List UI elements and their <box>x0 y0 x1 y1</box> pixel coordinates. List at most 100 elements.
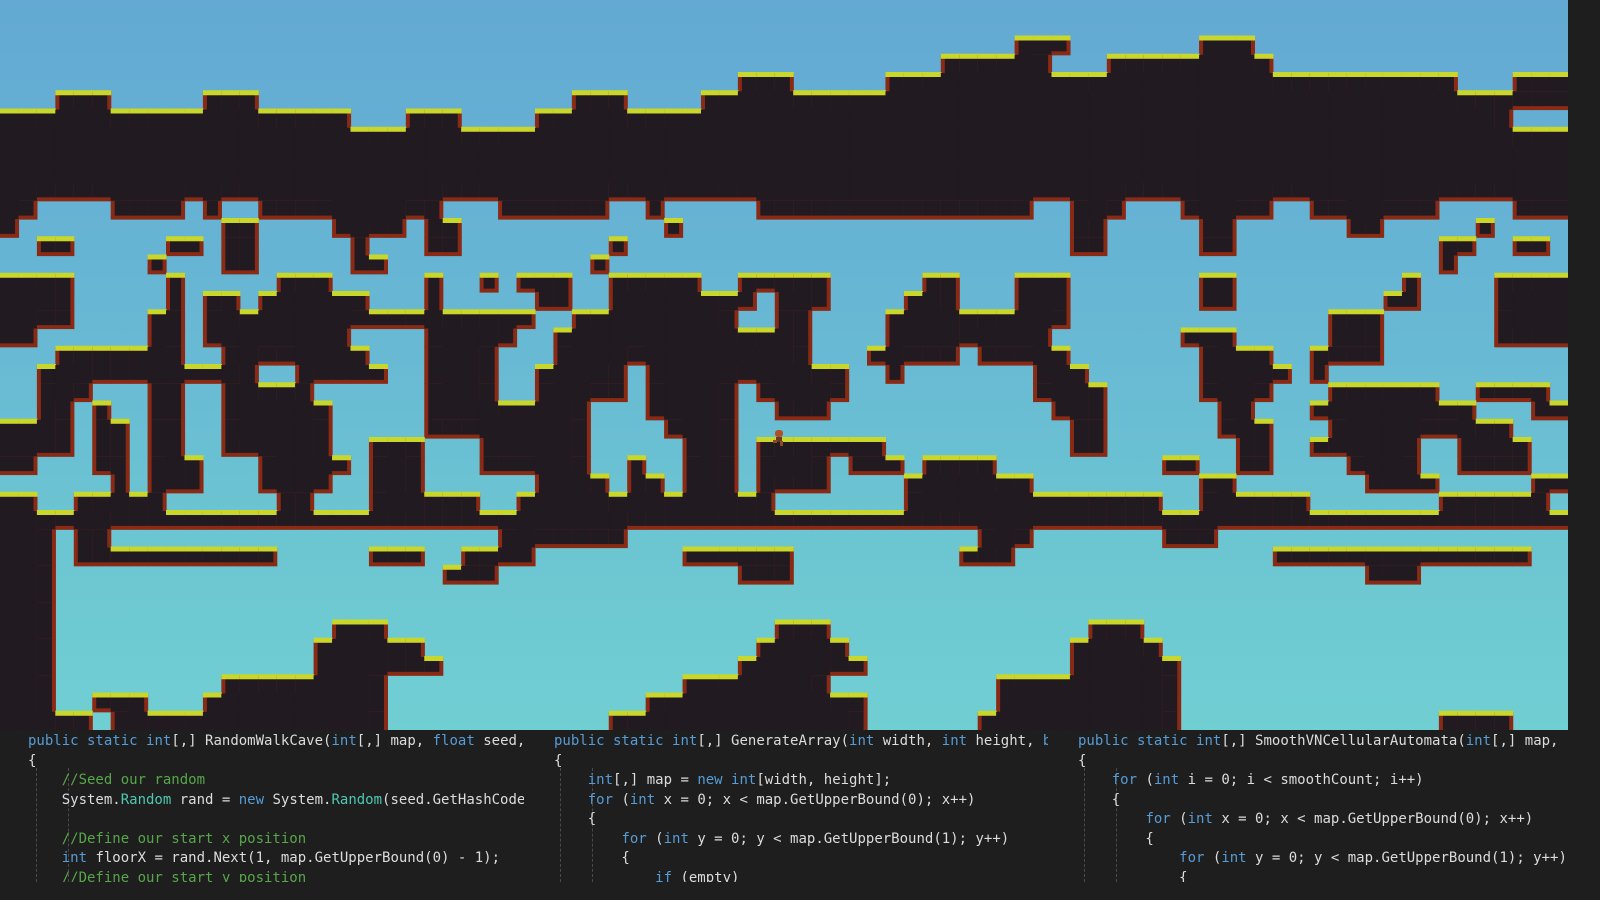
rock-inner <box>166 200 182 216</box>
rock-tile <box>700 419 721 439</box>
grass-top <box>1162 53 1182 59</box>
grass-top <box>1254 53 1274 59</box>
rock-tile <box>258 146 278 165</box>
rock-tile <box>627 292 647 311</box>
grass-top <box>221 218 241 223</box>
grass-top <box>811 510 831 515</box>
rock-inner <box>1033 277 1053 293</box>
rock-inner <box>446 569 462 581</box>
rock-tile <box>756 365 776 384</box>
rock-tile <box>1014 127 1034 147</box>
grass-top <box>1254 345 1274 351</box>
grass-top <box>830 637 850 643</box>
rock-inner <box>1033 679 1053 695</box>
grass-top <box>110 546 130 552</box>
rock-inner <box>664 697 684 713</box>
rock-tile <box>1346 200 1366 220</box>
rock-tile <box>1438 91 1458 111</box>
rock-tile <box>1125 73 1145 92</box>
rock-tile <box>553 146 573 165</box>
rock-inner <box>686 474 702 494</box>
rock-inner <box>1420 387 1436 403</box>
rock-tile <box>1365 146 1385 165</box>
rock-inner <box>571 456 587 476</box>
rock-inner <box>151 314 167 330</box>
rock-tile <box>885 164 905 184</box>
rock-tile <box>1254 365 1274 384</box>
rock-tile <box>1051 711 1071 730</box>
code-token: public static <box>1078 733 1197 749</box>
grass-top <box>110 108 130 114</box>
rock-tile <box>793 675 813 695</box>
grass-top <box>1494 491 1514 497</box>
code-panel-smooth-vn-cellular-automata[interactable]: public static int[,] SmoothVNCellularAut… <box>1048 730 1568 882</box>
grass-top <box>1309 400 1329 406</box>
rock-tile <box>553 127 573 147</box>
rock-tile <box>18 292 38 311</box>
rock-inner <box>516 131 536 147</box>
rock-inner <box>1383 387 1403 403</box>
rock-tile <box>516 419 536 439</box>
rock-tile <box>1420 146 1440 165</box>
rock-inner <box>350 515 370 526</box>
code-token: for <box>1145 811 1171 827</box>
grass-top <box>498 510 518 515</box>
rock-tile <box>166 182 186 202</box>
rock-tile <box>1512 182 1532 202</box>
rock-tile <box>793 127 813 147</box>
grass-top <box>1420 473 1440 479</box>
rock-inner <box>1531 328 1551 344</box>
rock-tile <box>332 346 352 366</box>
code-token: //Define our start y position <box>28 869 307 883</box>
rock-inner <box>631 474 647 494</box>
rock-tile <box>627 164 647 184</box>
rock-tile <box>1180 109 1200 129</box>
rock-tile <box>239 383 259 403</box>
grass-top <box>1051 345 1071 351</box>
code-panel-random-walk-cave[interactable]: public static int[,] RandomWalkCave(int[… <box>0 730 524 882</box>
grass-top <box>1494 418 1514 424</box>
grass-top <box>1457 90 1477 96</box>
code-token: i = 0; i < smoothCount; i++) <box>1179 772 1424 788</box>
rock-tile <box>1272 146 1292 165</box>
rock-inner <box>151 401 167 421</box>
rock-inner <box>1184 332 1200 344</box>
rock-inner <box>811 200 831 216</box>
rock-tile <box>1106 711 1126 730</box>
rock-tile <box>793 383 813 403</box>
rock-tile <box>239 164 259 184</box>
grass-top <box>368 364 388 369</box>
code-token: System. <box>264 791 332 808</box>
rock-inner <box>368 369 384 380</box>
grass-top <box>405 637 425 643</box>
rock-tile <box>1143 146 1163 165</box>
rock-tile <box>848 164 868 184</box>
rock-tile <box>239 146 259 165</box>
rock-tile <box>1365 438 1385 457</box>
grass-top <box>977 710 997 716</box>
rock-inner <box>756 551 776 567</box>
rock-inner <box>1088 496 1108 512</box>
rock-inner <box>1162 58 1182 74</box>
rock-tile <box>202 711 222 730</box>
rock-tile <box>1033 164 1053 184</box>
rock-inner <box>774 277 794 293</box>
grass-top <box>793 437 813 442</box>
grass-top <box>1328 72 1348 77</box>
rock-tile <box>664 310 684 330</box>
rock-inner <box>483 438 499 457</box>
grass-top <box>1088 382 1108 388</box>
rock-tile <box>442 401 462 421</box>
rock-tile <box>940 474 960 494</box>
rock-tile <box>940 492 960 512</box>
rock-inner <box>1203 237 1219 253</box>
grass-top <box>534 364 555 369</box>
rock-inner <box>1033 328 1049 348</box>
rock-inner <box>55 310 71 326</box>
grass-top <box>774 546 794 552</box>
rock-inner <box>368 219 388 234</box>
grass-top <box>1014 272 1034 278</box>
code-panel-generate-array[interactable]: public static int[,] GenerateArray(int w… <box>524 730 1048 882</box>
rock-tile <box>885 109 905 129</box>
rock-tile <box>368 657 388 676</box>
